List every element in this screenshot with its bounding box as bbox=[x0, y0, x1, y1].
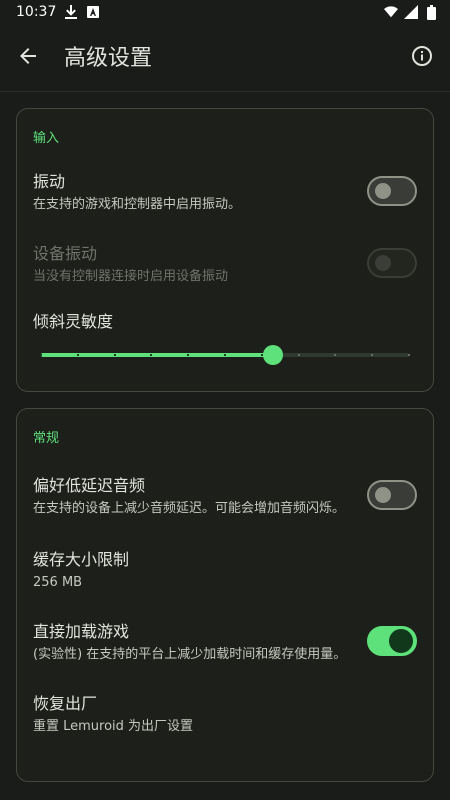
reset-label: 恢复出厂 bbox=[33, 694, 98, 713]
slider-tick bbox=[408, 354, 410, 356]
vibration-summary: 在支持的游戏和控制器中启用振动。 bbox=[33, 197, 242, 212]
back-button[interactable] bbox=[8, 36, 48, 76]
settings-content: 输入 振动 在支持的游戏和控制器中启用振动。 设备振动 当没有控制器连接时启用设… bbox=[0, 92, 450, 782]
slider-tick bbox=[187, 354, 190, 356]
tilt-sensitivity-slider[interactable] bbox=[40, 340, 410, 370]
slider-tick bbox=[297, 354, 300, 356]
switch-knob bbox=[375, 255, 391, 271]
low-latency-audio-label: 偏好低延迟音频 bbox=[33, 476, 146, 495]
direct-load-switch[interactable] bbox=[367, 626, 417, 656]
low-latency-audio-switch[interactable] bbox=[367, 480, 417, 510]
cache-size-value: 256 MB bbox=[33, 575, 83, 590]
tilt-sensitivity-setting: 倾斜灵敏度 bbox=[33, 308, 417, 332]
download-icon bbox=[64, 5, 78, 19]
input-section-card: 输入 振动 在支持的游戏和控制器中启用振动。 设备振动 当没有控制器连接时启用设… bbox=[16, 108, 434, 392]
direct-load-setting[interactable]: 直接加载游戏 (实验性) 在支持的平台上减少加载时间和缓存使用量。 bbox=[33, 618, 417, 664]
status-bar: 10:37 bbox=[0, 0, 450, 24]
vibration-switch[interactable] bbox=[367, 176, 417, 206]
slider-tick bbox=[224, 354, 226, 356]
general-section-card: 常规 偏好低延迟音频 在支持的设备上减少音频延迟。可能会增加音频闪烁。 缓存大小… bbox=[16, 408, 434, 782]
page-title: 高级设置 bbox=[64, 46, 153, 71]
tilt-sensitivity-label: 倾斜灵敏度 bbox=[33, 312, 114, 331]
section-title-input: 输入 bbox=[33, 131, 60, 146]
slider-tick bbox=[334, 354, 337, 356]
slider-tick bbox=[76, 354, 79, 356]
device-vibration-label: 设备振动 bbox=[33, 244, 98, 263]
switch-knob bbox=[375, 487, 391, 503]
switch-knob bbox=[389, 629, 413, 653]
reset-setting[interactable]: 恢复出厂 重置 Lemuroid 为出厂设置 bbox=[33, 690, 417, 736]
direct-load-label: 直接加载游戏 bbox=[33, 622, 130, 641]
signal-icon bbox=[404, 5, 418, 19]
slider-track-fill bbox=[41, 353, 273, 357]
vibration-setting[interactable]: 振动 在支持的游戏和控制器中启用振动。 bbox=[33, 168, 417, 214]
direct-load-summary: (实验性) 在支持的平台上减少加载时间和缓存使用量。 bbox=[33, 647, 347, 662]
slider-thumb[interactable] bbox=[262, 345, 283, 365]
info-icon bbox=[412, 46, 432, 66]
app-bar: 高级设置 bbox=[0, 24, 450, 88]
section-title-general: 常规 bbox=[33, 431, 60, 446]
reset-summary: 重置 Lemuroid 为出厂设置 bbox=[33, 719, 194, 734]
device-vibration-summary: 当没有控制器连接时启用设备振动 bbox=[33, 269, 229, 284]
device-vibration-switch bbox=[367, 248, 417, 278]
status-time: 10:37 bbox=[16, 4, 57, 20]
low-latency-audio-setting[interactable]: 偏好低延迟音频 在支持的设备上减少音频延迟。可能会增加音频闪烁。 bbox=[33, 472, 417, 518]
slider-tick bbox=[371, 354, 374, 356]
cache-size-setting[interactable]: 缓存大小限制 256 MB bbox=[33, 546, 417, 592]
slider-tick bbox=[113, 354, 116, 356]
device-vibration-setting: 设备振动 当没有控制器连接时启用设备振动 bbox=[33, 240, 417, 286]
vibration-label: 振动 bbox=[33, 172, 66, 191]
low-latency-audio-summary: 在支持的设备上减少音频延迟。可能会增加音频闪烁。 bbox=[33, 501, 346, 516]
cache-size-label: 缓存大小限制 bbox=[33, 550, 130, 569]
slider-tick bbox=[150, 354, 153, 356]
info-button[interactable] bbox=[402, 36, 442, 76]
arrow-back-icon bbox=[20, 48, 36, 64]
switch-knob bbox=[375, 183, 391, 199]
battery-icon bbox=[424, 4, 438, 20]
slider-tick bbox=[40, 354, 42, 356]
wifi-icon bbox=[384, 5, 398, 19]
app-notification-icon bbox=[86, 5, 100, 19]
